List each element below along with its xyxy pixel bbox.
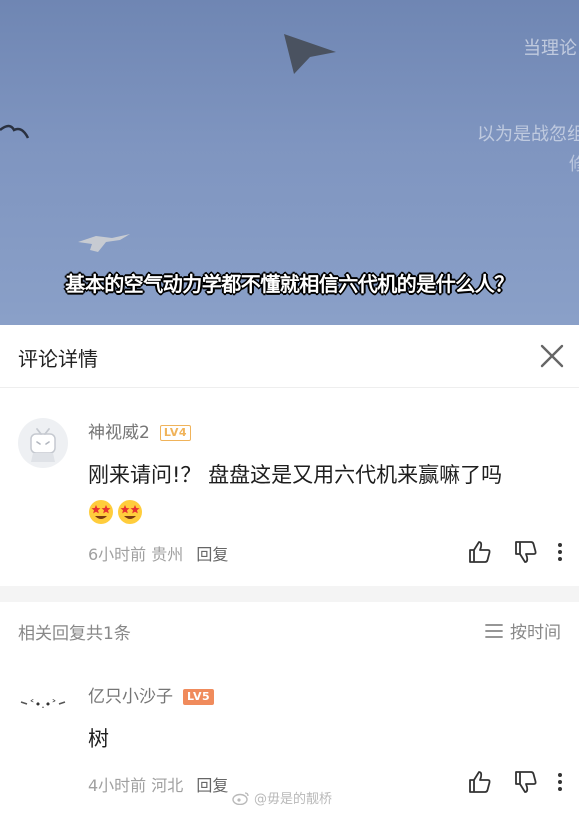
reply-username[interactable]: 亿只小沙子 LV5 <box>88 682 215 707</box>
svg-text:˂•.•˃: ˂•.•˃ <box>29 698 56 711</box>
level-badge: LV5 <box>183 689 215 705</box>
comment-location: 贵州 <box>151 545 184 564</box>
panel-title: 评论详情 <box>18 347 98 371</box>
related-replies-bar: 相关回复共1条 按时间 <box>0 602 579 656</box>
reply-actions <box>447 769 565 795</box>
fighter-jet-icon <box>78 234 130 252</box>
watermark-text: @毋是的靓桥 <box>254 792 333 807</box>
level-badge: LV4 <box>159 425 191 441</box>
star-struck-emoji-icon <box>89 500 113 524</box>
weibo-watermark: @毋是的靓桥 <box>232 788 332 807</box>
sort-lines-icon <box>485 623 503 638</box>
close-icon[interactable] <box>537 341 567 371</box>
watermark-text: 以为是战忽组 <box>477 124 579 145</box>
username-text[interactable]: 神视威2 <box>88 423 150 443</box>
reply-count: 相关回复共1条 <box>18 624 131 644</box>
comment-actions <box>447 539 565 565</box>
comment-detail-header: 评论详情 <box>0 325 579 388</box>
drone-icon <box>284 34 336 74</box>
reply-time: 4小时前 <box>88 776 147 795</box>
watermark-text: 当理论 <box>523 38 577 59</box>
weibo-logo-icon <box>232 791 249 805</box>
sort-button[interactable]: 按时间 <box>484 618 561 643</box>
username-text[interactable]: 亿只小沙子 <box>88 687 173 707</box>
more-options-icon[interactable] <box>555 769 565 795</box>
reply-meta: 4小时前 河北 回复 <box>88 772 228 796</box>
tv-mascot-icon <box>30 428 56 462</box>
star-struck-emoji-icon <box>118 500 142 524</box>
thumbs-down-icon[interactable] <box>513 539 539 565</box>
reply-button[interactable]: 回复 <box>196 545 228 564</box>
bird-icon <box>0 124 30 139</box>
watermark-text: 修 <box>569 154 579 175</box>
comment-text: 刚来请问!？ 盘盘这是又用六代机来赢嘛了吗 <box>88 458 502 528</box>
comment-time: 6小时前 <box>88 545 147 564</box>
thumbs-down-icon[interactable] <box>513 769 539 795</box>
sort-label[interactable]: 按时间 <box>510 618 561 643</box>
reply-button[interactable]: 回复 <box>196 776 228 795</box>
thumbs-up-icon[interactable] <box>467 769 493 795</box>
video-frame[interactable]: 当理论 以为是战忽组 修 基本的空气动力学都不懂就相信六代机的是什么人？ <box>0 0 579 325</box>
avatar[interactable] <box>18 418 68 468</box>
comment-username[interactable]: 神视威2 LV4 <box>88 418 191 443</box>
comment-body: 刚来请问!？ 盘盘这是又用六代机来赢嘛了吗 <box>88 463 503 487</box>
thumbs-up-icon[interactable] <box>467 539 493 565</box>
section-divider <box>0 586 579 602</box>
main-comment: 神视威2 LV4 刚来请问!？ 盘盘这是又用六代机来赢嘛了吗 6小时前 贵州 回复 <box>0 388 579 586</box>
comment-meta: 6小时前 贵州 回复 <box>88 541 228 565</box>
reply-location: 河北 <box>151 776 184 795</box>
reply-text: 树 <box>88 727 109 751</box>
avatar[interactable]: ˂•.•˃ <box>18 692 68 716</box>
more-options-icon[interactable] <box>555 539 565 565</box>
video-subtitle: 基本的空气动力学都不懂就相信六代机的是什么人？ <box>65 272 514 296</box>
